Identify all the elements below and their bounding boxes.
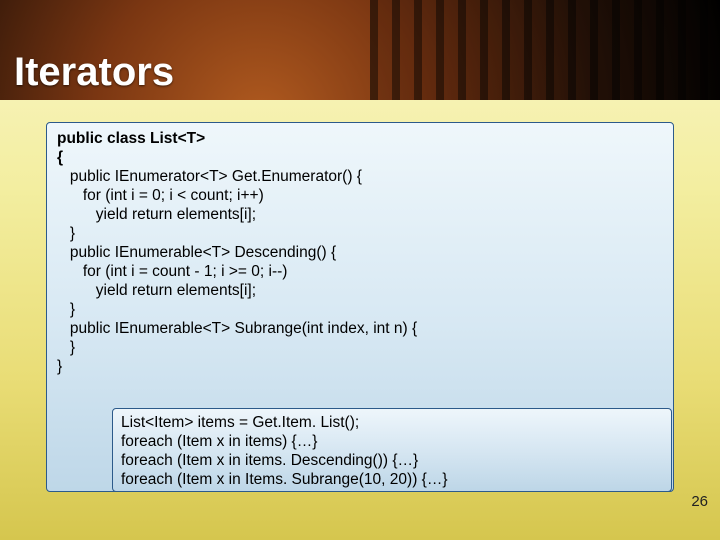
code-line: List<Item> items = Get.Item. List();	[121, 413, 663, 432]
page-number: 26	[691, 493, 708, 510]
slide-title: Iterators	[14, 50, 174, 95]
code-text: List();	[320, 414, 359, 431]
code-text: public IEnumerator<T> Get.	[57, 168, 261, 185]
code-line: }	[57, 224, 663, 243]
code-text: Enumerator() {	[261, 168, 362, 185]
code-line: for (int i = count - 1; i >= 0; i--)	[57, 262, 663, 281]
code-line: public class List<T>	[57, 129, 663, 148]
code-line: {	[57, 148, 663, 167]
code-box-inner: List<Item> items = Get.Item. List(); for…	[112, 408, 672, 492]
code-line: yield return elements[i];	[57, 205, 663, 224]
code-line: public IEnumerable<T> Descending() {	[57, 243, 663, 262]
code-line: }	[57, 357, 663, 376]
code-line: public IEnumerator<T> Get.Enumerator() {	[57, 167, 663, 186]
code-line: foreach (Item x in items) {…}	[121, 432, 663, 451]
code-line: for (int i = 0; i < count; i++)	[57, 186, 663, 205]
code-line: }	[57, 338, 663, 357]
code-line: foreach (Item x in Items. Subrange(10, 2…	[121, 470, 663, 489]
code-text: List<Item> items = Get.	[121, 414, 282, 431]
code-text: Item.	[282, 414, 321, 431]
code-line: yield return elements[i];	[57, 281, 663, 300]
code-line: }	[57, 300, 663, 319]
code-line: public IEnumerable<T> Subrange(int index…	[57, 319, 663, 338]
slide: Iterators public class List<T> { public …	[0, 0, 720, 540]
code-line: foreach (Item x in items. Descending()) …	[121, 451, 663, 470]
